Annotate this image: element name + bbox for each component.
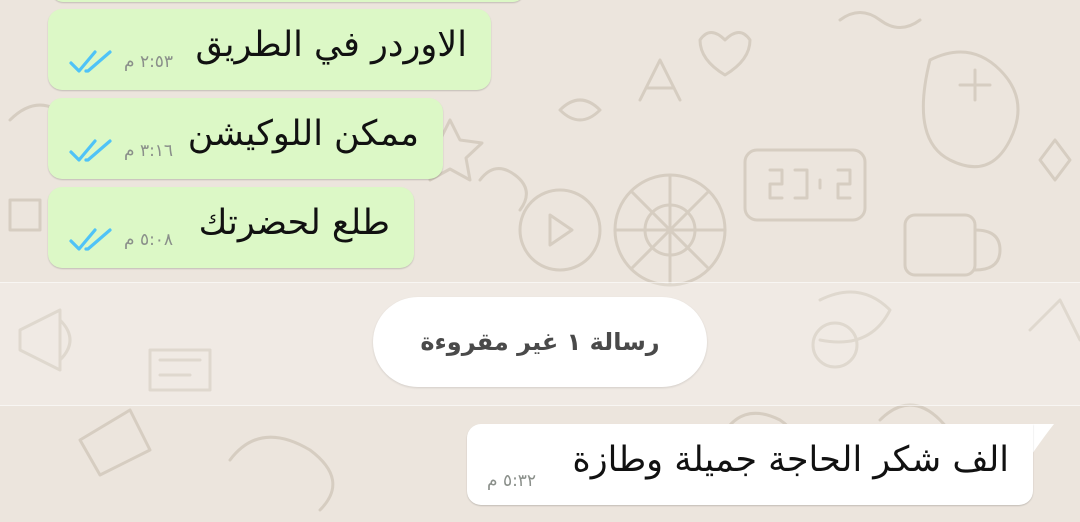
message-bubble-outgoing[interactable]: الاوردر في الطريق ٢:٥٣ م [48, 9, 491, 90]
message-text: الاوردر في الطريق [195, 25, 467, 65]
message-time: ٢:٥٣ م [124, 52, 174, 72]
double-check-read-icon [69, 139, 112, 162]
message-time: ٥:٣٢ م [487, 471, 537, 491]
message-bubble-incoming[interactable]: الف شكر الحاجة جميلة وطازة ٥:٣٢ م [467, 424, 1033, 505]
double-check-read-icon [69, 50, 112, 73]
unread-count-label: رسالة ١ غير مقروءة [420, 328, 660, 356]
message-meta: ٥:٠٨ م [68, 226, 173, 254]
message-time: ٥:٠٨ م [124, 230, 174, 250]
message-meta: ٥:٣٢ م [487, 471, 536, 491]
double-check-read-icon [69, 228, 112, 251]
message-meta: ٣:١٦ م [68, 137, 173, 165]
message-bubble-outgoing[interactable]: طلع لحضرتك ٥:٠٨ م [48, 187, 414, 268]
message-meta: ٢:٥٣ م [68, 48, 173, 76]
message-text: ممكن اللوكيشن [187, 114, 419, 154]
previous-message-bubble-partial[interactable] [52, 0, 524, 2]
unread-messages-divider: رسالة ١ غير مقروءة [373, 297, 707, 387]
message-text: الف شكر الحاجة جميلة وطازة [572, 440, 1009, 480]
message-bubble-outgoing[interactable]: ممكن اللوكيشن ٣:١٦ م [48, 98, 443, 179]
message-time: ٣:١٦ م [124, 141, 174, 161]
message-text: طلع لحضرتك [198, 203, 390, 243]
